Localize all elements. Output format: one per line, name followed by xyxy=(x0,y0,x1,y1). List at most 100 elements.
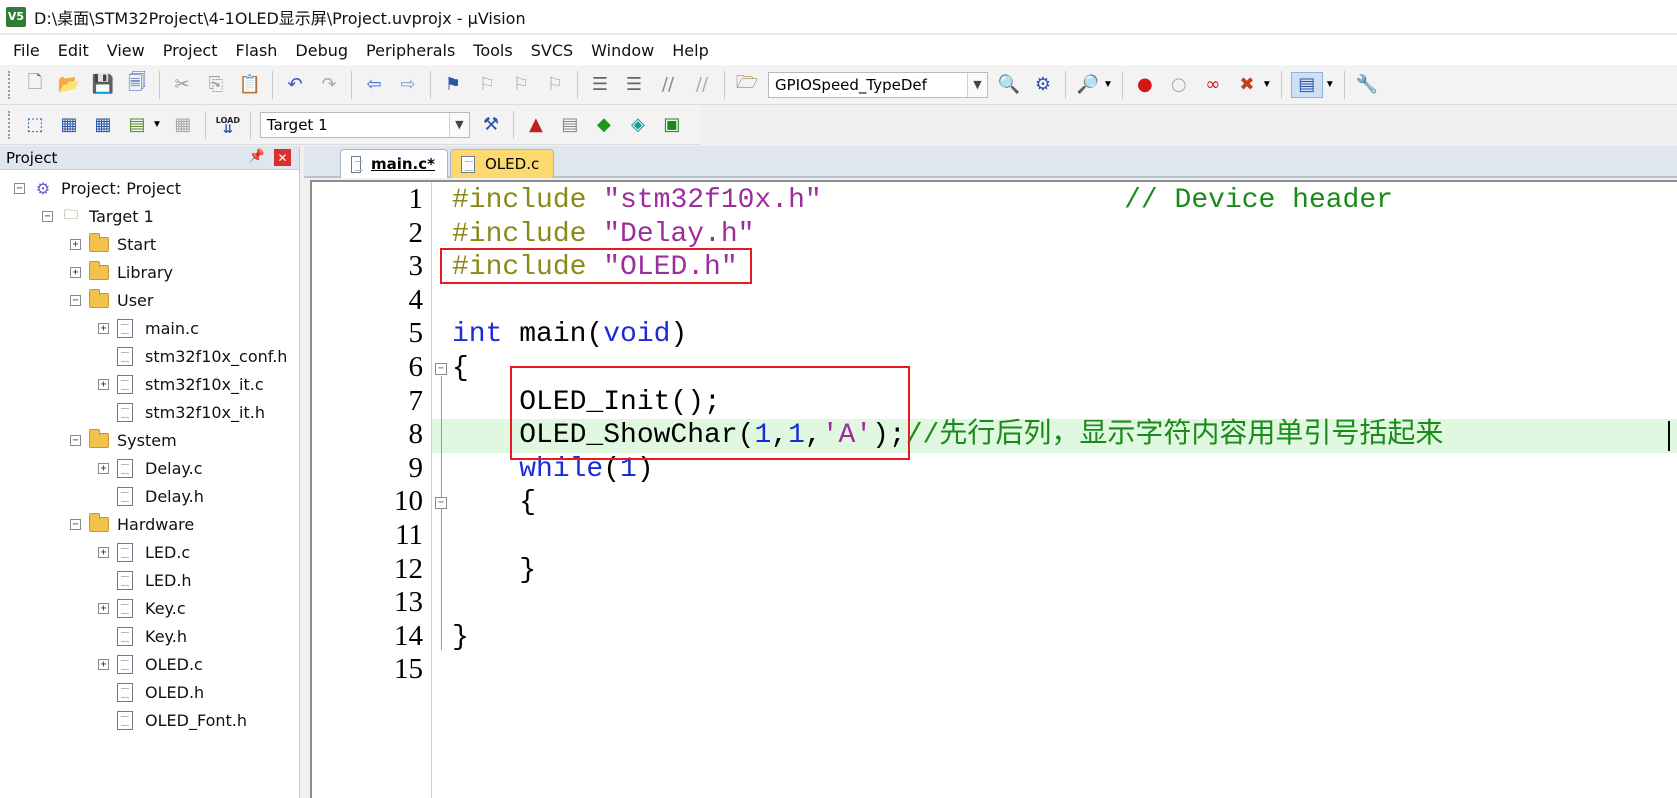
chevron-down-icon[interactable]: ▼ xyxy=(1325,79,1335,90)
tree-file-item[interactable]: + main.c xyxy=(98,314,199,342)
menu-help[interactable]: Help xyxy=(663,41,717,60)
expand-icon[interactable]: + xyxy=(98,378,109,390)
kill-all-breakpoints-icon[interactable]: ✖ xyxy=(1234,72,1260,98)
uncomment-icon[interactable]: // xyxy=(689,72,715,98)
close-icon[interactable]: ✕ xyxy=(274,149,291,166)
clear-bookmarks-icon[interactable]: ⚐ xyxy=(542,72,568,98)
disable-breakpoint-icon[interactable]: ○ xyxy=(1166,72,1192,98)
find-combo[interactable]: GPIOSpeed_TypeDef ▼ xyxy=(768,71,988,98)
tree-project-item[interactable]: − ⚙ Project: Project xyxy=(14,174,181,202)
expand-icon[interactable]: + xyxy=(98,322,109,334)
redo-icon[interactable]: ↷ xyxy=(316,72,342,98)
chevron-down-icon[interactable]: ▼ xyxy=(967,72,987,97)
expand-icon[interactable]: + xyxy=(98,546,109,558)
tree-folder-item[interactable]: − Hardware xyxy=(70,510,194,538)
code-editor[interactable]: 1 2 3 4 5 6 7 8 9 10 11 12 13 14 15 #include "stm32f10… xyxy=(310,180,1677,798)
menu-project[interactable]: Project xyxy=(154,41,227,60)
tree-file-item[interactable]: LED.h xyxy=(98,566,192,594)
code-line[interactable]: #include "Delay.h" xyxy=(452,218,754,252)
chevron-down-icon[interactable]: ▼ xyxy=(152,119,162,130)
expand-icon[interactable]: + xyxy=(70,238,81,250)
code-line[interactable]: } xyxy=(452,554,536,588)
navigate-back-icon[interactable]: ⇦ xyxy=(361,72,387,98)
navigate-forward-icon[interactable]: ⇨ xyxy=(395,72,421,98)
translate-icon[interactable]: ⬚ xyxy=(22,112,48,138)
tree-folder-item[interactable]: + Start xyxy=(70,230,156,258)
toolbar-grip[interactable] xyxy=(8,110,12,139)
tree-folder-item[interactable]: − User xyxy=(70,286,153,314)
tree-folder-item[interactable]: + Library xyxy=(70,258,173,286)
tree-file-item[interactable]: Key.h xyxy=(98,622,187,650)
next-bookmark-icon[interactable]: ⚐ xyxy=(508,72,534,98)
collapse-icon[interactable]: − xyxy=(70,434,81,446)
tab-main-c[interactable]: main.c* xyxy=(340,149,448,178)
find-icon[interactable]: 🔍 xyxy=(996,72,1022,98)
tab-oled-c[interactable]: OLED.c xyxy=(450,149,554,178)
build-icon[interactable]: ▦ xyxy=(56,112,82,138)
paste-icon[interactable]: 📋 xyxy=(237,72,263,98)
collapse-icon[interactable]: − xyxy=(14,182,25,194)
collapse-icon[interactable]: − xyxy=(42,210,53,222)
window-layout-icon[interactable]: ▤ xyxy=(1290,71,1323,98)
menu-peripherals[interactable]: Peripherals xyxy=(357,41,464,60)
undo-icon[interactable]: ↶ xyxy=(282,72,308,98)
unindent-icon[interactable]: ☰ xyxy=(621,72,647,98)
indent-icon[interactable]: ☰ xyxy=(587,72,613,98)
tree-file-item[interactable]: + stm32f10x_it.c xyxy=(98,370,264,398)
collapse-icon[interactable]: − xyxy=(70,518,81,530)
copy-icon[interactable]: ⎘ xyxy=(203,72,229,98)
chevron-down-icon[interactable]: ▼ xyxy=(448,112,469,137)
batch-build-icon[interactable]: ▤ xyxy=(124,112,150,138)
tree-file-item[interactable]: stm32f10x_it.h xyxy=(98,398,265,426)
incremental-find-icon[interactable]: ⚙ xyxy=(1030,72,1056,98)
tree-file-item[interactable]: + LED.c xyxy=(98,538,190,566)
tree-target-item[interactable]: − 🗀 Target 1 xyxy=(42,202,154,230)
target-combo[interactable]: Target 1 ▼ xyxy=(259,111,470,138)
code-line[interactable]: int main(void) xyxy=(452,318,687,352)
tree-file-item[interactable]: + Key.c xyxy=(98,594,186,622)
stop-build-icon[interactable]: ▦ xyxy=(170,112,196,138)
cut-icon[interactable]: ✂ xyxy=(169,72,195,98)
expand-icon[interactable]: + xyxy=(98,602,109,614)
chevron-down-icon[interactable]: ▼ xyxy=(1262,79,1272,90)
chevron-down-icon[interactable]: ▼ xyxy=(1103,79,1113,90)
expand-icon[interactable]: + xyxy=(98,658,109,670)
select-packs-icon[interactable]: ▤ xyxy=(557,112,583,138)
code-line[interactable]: } xyxy=(452,621,469,655)
toolbar-grip[interactable] xyxy=(8,70,12,99)
code-line[interactable]: #include "stm32f10x.h" // Device header xyxy=(452,184,1393,218)
menu-window[interactable]: Window xyxy=(582,41,663,60)
menu-file[interactable]: File xyxy=(4,41,49,60)
expand-icon[interactable]: + xyxy=(98,462,109,474)
find-in-files-icon[interactable]: 🗁 xyxy=(734,72,760,98)
open-file-icon[interactable]: 📂 xyxy=(56,72,82,98)
collapse-icon[interactable]: − xyxy=(435,497,447,510)
event-recorder-icon[interactable]: ◈ xyxy=(625,112,651,138)
new-file-icon[interactable]: 🗋 xyxy=(22,72,48,98)
menu-flash[interactable]: Flash xyxy=(226,41,286,60)
save-all-icon[interactable]: 🗐 xyxy=(124,72,150,98)
debug-session-icon[interactable]: 🔎 xyxy=(1075,72,1101,98)
manage-components-icon[interactable]: ▲ xyxy=(523,112,549,138)
save-icon[interactable]: 💾 xyxy=(90,72,116,98)
tree-file-item[interactable]: OLED.h xyxy=(98,678,204,706)
comment-icon[interactable]: // xyxy=(655,72,681,98)
download-icon[interactable]: LOAD ⇊ xyxy=(215,112,241,138)
menu-view[interactable]: View xyxy=(98,41,154,60)
tree-file-item[interactable]: Delay.h xyxy=(98,482,204,510)
tree-folder-item[interactable]: − System xyxy=(70,426,177,454)
menu-edit[interactable]: Edit xyxy=(49,41,98,60)
tree-file-item[interactable]: + Delay.c xyxy=(98,454,202,482)
bookmark-icon[interactable]: ⚑ xyxy=(440,72,466,98)
menu-debug[interactable]: Debug xyxy=(286,41,357,60)
disable-all-breakpoints-icon[interactable]: ∞ xyxy=(1200,72,1226,98)
pack-installer-icon[interactable]: ◆ xyxy=(591,112,617,138)
collapse-icon[interactable]: − xyxy=(435,363,447,375)
menu-tools[interactable]: Tools xyxy=(464,41,521,60)
expand-icon[interactable]: + xyxy=(70,266,81,278)
configure-icon[interactable]: 🔧 xyxy=(1354,72,1380,98)
tree-file-item[interactable]: + OLED.c xyxy=(98,650,203,678)
component-view-icon[interactable]: ▣ xyxy=(659,112,685,138)
code-area[interactable]: #include "stm32f10x.h" // Device header #… xyxy=(432,182,1677,798)
code-line[interactable]: { xyxy=(452,352,469,386)
